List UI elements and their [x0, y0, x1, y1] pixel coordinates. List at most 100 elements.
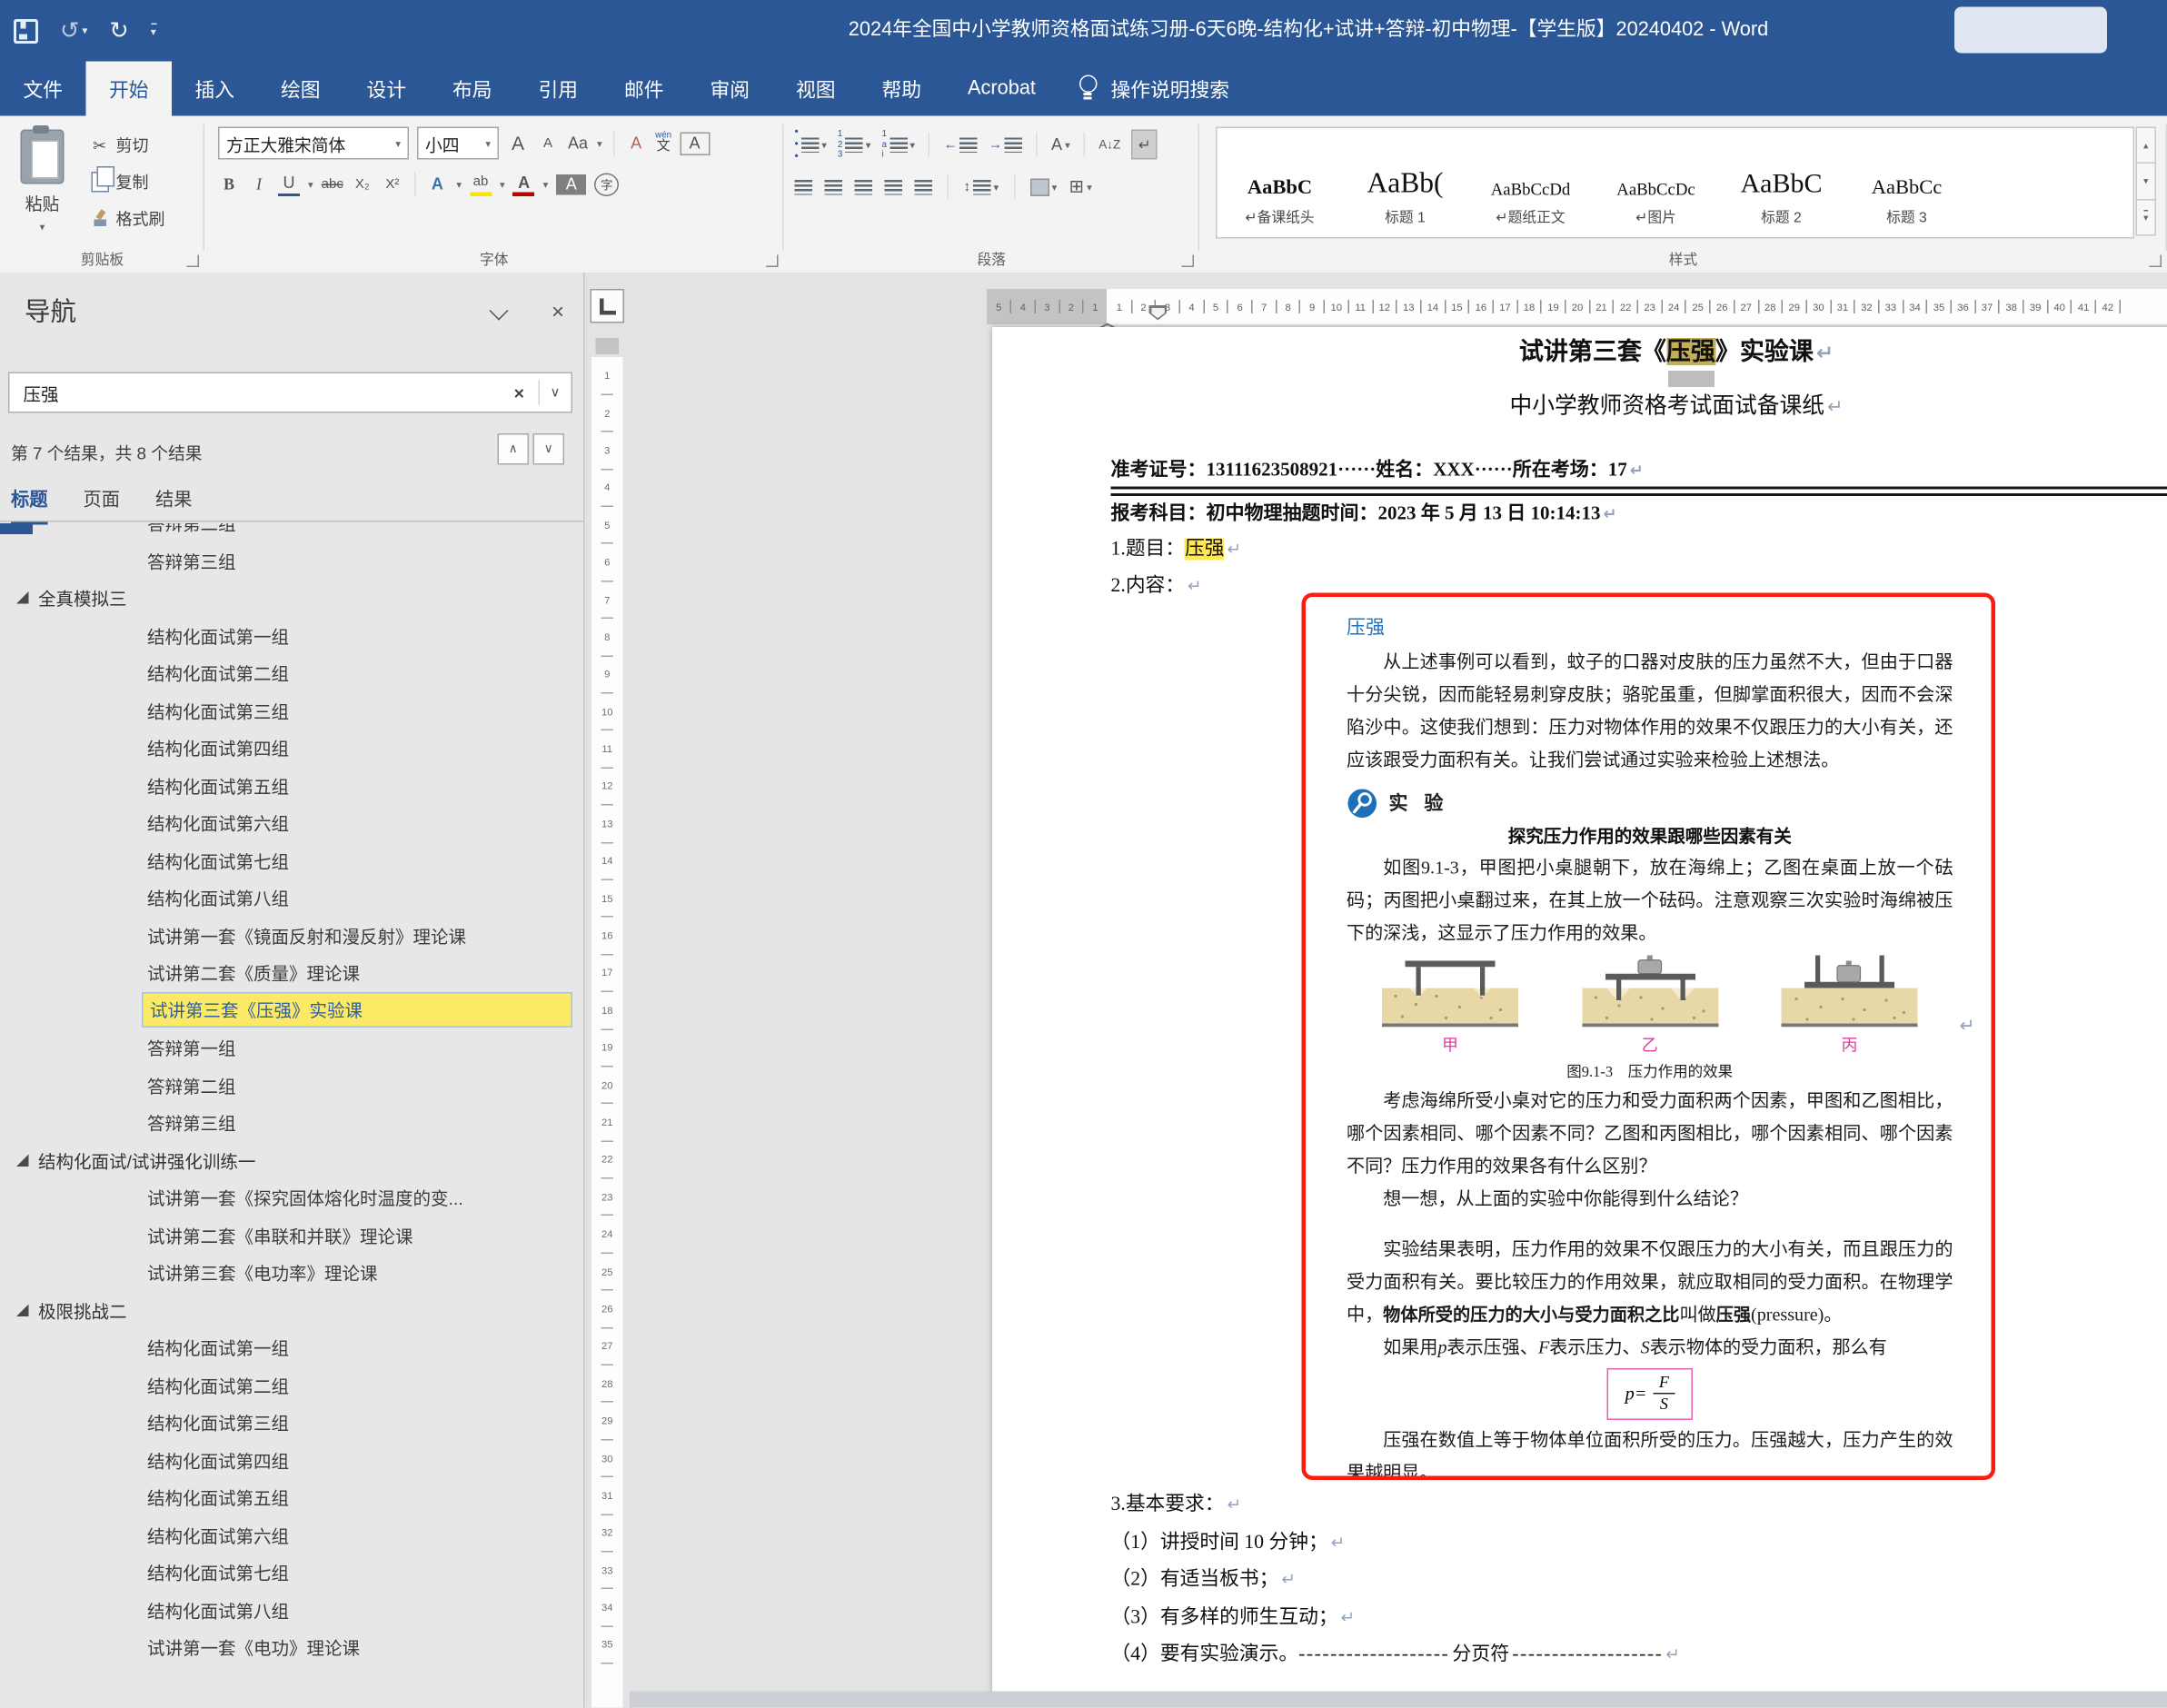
nav-item[interactable]: 结构化面试第二组: [0, 1366, 583, 1404]
tell-me-search[interactable]: 操作说明搜索: [1078, 62, 1229, 116]
phonetic-guide-button[interactable]: wén文: [655, 132, 671, 154]
nav-tab-页面[interactable]: 页面: [84, 484, 121, 525]
nav-item[interactable]: 试讲第三套《压强》实验课: [0, 991, 583, 1028]
ribbon-tab-开始[interactable]: 开始: [86, 62, 173, 116]
ribbon-tab-引用[interactable]: 引用: [515, 62, 601, 116]
ribbon-tab-插入[interactable]: 插入: [172, 62, 258, 116]
nav-item[interactable]: 结构化面试第二组: [0, 654, 583, 691]
expanded-triangle-icon[interactable]: [16, 1304, 29, 1316]
asian-layout-button[interactable]: A▾: [1051, 135, 1070, 154]
nav-search-clear-icon[interactable]: ×: [501, 382, 538, 403]
nav-options-chevron-icon[interactable]: [489, 301, 508, 320]
vertical-ruler[interactable]: 1234567891011121314151617181920212223242…: [591, 357, 623, 1708]
ribbon-tab-视图[interactable]: 视图: [773, 62, 860, 116]
style-entry[interactable]: AaBbC↵备课纸头: [1218, 128, 1343, 237]
style-entry[interactable]: AaBbCc标题 3: [1844, 128, 1970, 237]
nav-item[interactable]: 试讲第一套《电功》理论课: [0, 1629, 583, 1666]
nav-item[interactable]: 全真模拟三: [0, 580, 583, 617]
underline-button[interactable]: U: [278, 173, 300, 196]
show-marks-toggle[interactable]: ↵: [1131, 130, 1158, 160]
nav-item[interactable]: 结构化面试第七组: [0, 1554, 583, 1591]
align-center-button[interactable]: [825, 180, 843, 195]
nav-item[interactable]: 极限挑战二: [0, 1291, 583, 1328]
ribbon-tab-帮助[interactable]: 帮助: [859, 62, 945, 116]
undo-dropdown-icon[interactable]: ▾: [82, 25, 87, 37]
grow-font-button[interactable]: A: [507, 133, 529, 154]
clear-formatting-button[interactable]: A: [625, 133, 647, 154]
styles-scroll-down-button[interactable]: ▾: [2136, 164, 2157, 199]
nav-item[interactable]: 试讲第三套《电功率》理论课: [0, 1254, 583, 1291]
nav-item[interactable]: 结构化面试第八组: [0, 879, 583, 917]
borders-button[interactable]: ⊞▾: [1069, 176, 1092, 198]
style-entry[interactable]: AaBb(标题 1: [1343, 128, 1468, 237]
redo-button[interactable]: ↻: [109, 17, 128, 45]
first-line-indent-marker[interactable]: [1149, 305, 1168, 321]
nav-tab-结果[interactable]: 结果: [155, 484, 193, 525]
style-entry[interactable]: AaBbC标题 2: [1719, 128, 1844, 237]
nav-item[interactable]: 结构化面试第六组: [0, 804, 583, 841]
nav-item[interactable]: 结构化面试/试讲强化训练一: [0, 1141, 583, 1178]
numbering-button[interactable]: 123▾: [838, 130, 871, 159]
customize-qat-button[interactable]: ▾: [151, 24, 156, 39]
superscript-button[interactable]: X²: [382, 174, 403, 194]
ribbon-tab-邮件[interactable]: 邮件: [601, 62, 688, 116]
line-spacing-button[interactable]: ↕▾: [964, 180, 999, 195]
text-effects-dropdown-icon[interactable]: ▾: [456, 178, 462, 191]
ribbon-tab-文件[interactable]: 文件: [0, 62, 86, 116]
shading-button[interactable]: ▾: [1030, 178, 1058, 196]
ribbon-tab-布局[interactable]: 布局: [430, 62, 516, 116]
undo-button[interactable]: ↺▾: [60, 17, 87, 45]
nav-item[interactable]: 答辩第三组: [0, 541, 583, 579]
nav-item[interactable]: 试讲第一套《镜面反射和漫反射》理论课: [0, 917, 583, 954]
nav-item[interactable]: 试讲第二套《质量》理论课: [0, 954, 583, 991]
character-shading-button[interactable]: A: [556, 174, 586, 194]
underline-dropdown-icon[interactable]: ▾: [308, 178, 313, 191]
nav-search-input[interactable]: 压强: [10, 380, 501, 406]
bullets-button[interactable]: •••▾: [795, 127, 827, 164]
paste-dropdown-icon[interactable]: ▾: [40, 221, 45, 233]
font-size-combobox[interactable]: 小四▾: [417, 127, 499, 160]
character-border-button[interactable]: A: [680, 132, 710, 155]
ribbon-tab-Acrobat[interactable]: Acrobat: [945, 62, 1059, 116]
style-entry[interactable]: AaBbCcDd↵题纸正文: [1468, 128, 1594, 237]
format-painter-button[interactable]: 格式刷: [84, 206, 169, 233]
styles-scroll-up-button[interactable]: ▴: [2136, 127, 2157, 164]
decrease-indent-button[interactable]: ←: [944, 137, 979, 153]
shrink-font-button[interactable]: A: [537, 133, 559, 154]
nav-item[interactable]: 结构化面试第一组: [0, 1329, 583, 1366]
nav-item[interactable]: 结构化面试第一组: [0, 617, 583, 654]
text-effects-button[interactable]: A: [426, 174, 448, 194]
strikethrough-button[interactable]: abc: [322, 174, 343, 194]
italic-button[interactable]: I: [248, 174, 270, 194]
sort-button[interactable]: A↓Z: [1098, 138, 1120, 152]
font-name-combobox[interactable]: 方正大雅宋简体▾: [218, 127, 409, 160]
align-left-button[interactable]: [795, 180, 813, 195]
bold-button[interactable]: B: [218, 174, 240, 194]
clipboard-dialog-launcher[interactable]: [187, 255, 200, 268]
nav-item[interactable]: 答辩第二组: [0, 523, 583, 541]
style-entry[interactable]: AaBbCcDc↵图片: [1594, 128, 1719, 237]
nav-item[interactable]: 结构化面试第四组: [0, 1441, 583, 1478]
distribute-button[interactable]: [915, 180, 933, 195]
horizontal-ruler[interactable]: 54321 1234567891011121314151617181920212…: [630, 289, 2167, 324]
nav-search-dropdown-icon[interactable]: ∨: [540, 385, 572, 401]
save-button[interactable]: [14, 18, 38, 43]
nav-item[interactable]: 结构化面试第六组: [0, 1516, 583, 1554]
nav-item[interactable]: 结构化面试第五组: [0, 767, 583, 804]
tab-selector-button[interactable]: [591, 289, 625, 323]
nav-search-box[interactable]: 压强 × ∨: [8, 372, 572, 413]
nav-next-result-button[interactable]: ∨: [533, 433, 565, 465]
ribbon-tab-审阅[interactable]: 审阅: [687, 62, 773, 116]
nav-item[interactable]: 结构化面试第三组: [0, 691, 583, 729]
styles-more-button[interactable]: ▾: [2136, 200, 2157, 235]
nav-item[interactable]: 结构化面试第五组: [0, 1479, 583, 1516]
nav-item[interactable]: 答辩第二组: [0, 1067, 583, 1104]
document-page[interactable]: 试讲第三套《压强》实验课↵ 中小学教师资格考试面试备课纸↵ 准考证号：13111…: [992, 327, 2167, 1708]
justify-button[interactable]: [885, 180, 903, 195]
nav-close-icon[interactable]: ×: [552, 303, 564, 324]
expanded-triangle-icon[interactable]: [16, 1154, 29, 1167]
subscript-button[interactable]: X₂: [352, 174, 373, 194]
nav-item[interactable]: 答辩第一组: [0, 1029, 583, 1067]
nav-item[interactable]: 结构化面试第三组: [0, 1404, 583, 1441]
ribbon-tab-设计[interactable]: 设计: [343, 62, 430, 116]
